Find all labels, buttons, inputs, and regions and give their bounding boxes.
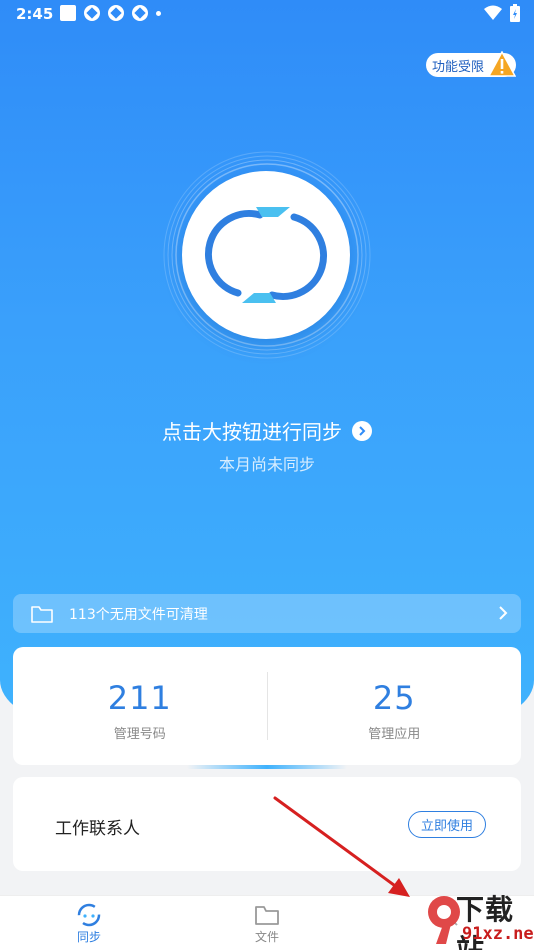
work-contacts-card: 工作联系人 立即使用 <box>13 777 521 871</box>
status-time: 2:45 <box>16 5 54 23</box>
folder-icon <box>31 605 53 623</box>
tab-files-label: 文件 <box>254 930 279 944</box>
managed-numbers-value: 211 <box>107 679 172 717</box>
tab-sync[interactable]: 同步 <box>59 902 119 945</box>
sync-icon <box>204 207 328 303</box>
feature-limited-label: 功能受限 <box>432 59 485 75</box>
work-contacts-label: 工作联系人 <box>55 819 140 839</box>
stats-card-glow <box>187 765 347 769</box>
sync-hint-text: 点击大按钮进行同步 <box>162 420 342 444</box>
chevron-right-icon <box>352 420 372 441</box>
sync-hint[interactable]: 点击大按钮进行同步 <box>0 416 534 445</box>
managed-apps-value: 25 <box>372 679 416 717</box>
managed-apps-stat[interactable]: 25 管理应用 <box>268 647 522 765</box>
battery-icon <box>510 4 520 22</box>
site-watermark: 下载站 91xz.net <box>422 888 534 950</box>
notification-app-icon <box>108 5 124 21</box>
notification-square-icon <box>60 5 76 21</box>
watermark-domain: 91xz.net <box>462 924 534 944</box>
sync-status-text: 本月尚未同步 <box>218 455 315 474</box>
managed-numbers-stat[interactable]: 211 管理号码 <box>13 647 267 765</box>
notification-app-icon <box>84 5 100 21</box>
wifi-icon <box>484 5 502 20</box>
stats-card: 211 管理号码 25 管理应用 <box>13 647 521 765</box>
folder-icon <box>255 906 279 925</box>
cleanup-banner[interactable]: 113个无用文件可清理 <box>13 594 521 633</box>
chevron-right-icon <box>499 606 508 620</box>
system-icons <box>484 4 520 22</box>
notification-app-icon <box>132 5 148 21</box>
use-now-button[interactable]: 立即使用 <box>408 811 486 838</box>
status-bar: 2:45 <box>0 0 534 28</box>
more-notifications-dot-icon <box>156 10 161 16</box>
managed-apps-label: 管理应用 <box>368 727 421 742</box>
warning-icon <box>488 51 516 77</box>
managed-numbers-label: 管理号码 <box>113 727 166 742</box>
cleanup-text: 113个无用文件可清理 <box>69 606 208 623</box>
tab-sync-label: 同步 <box>76 930 101 944</box>
sync-icon <box>77 903 101 927</box>
tab-files[interactable]: 文件 <box>237 902 297 945</box>
notification-icons <box>60 5 161 21</box>
sync-button[interactable] <box>182 171 350 339</box>
